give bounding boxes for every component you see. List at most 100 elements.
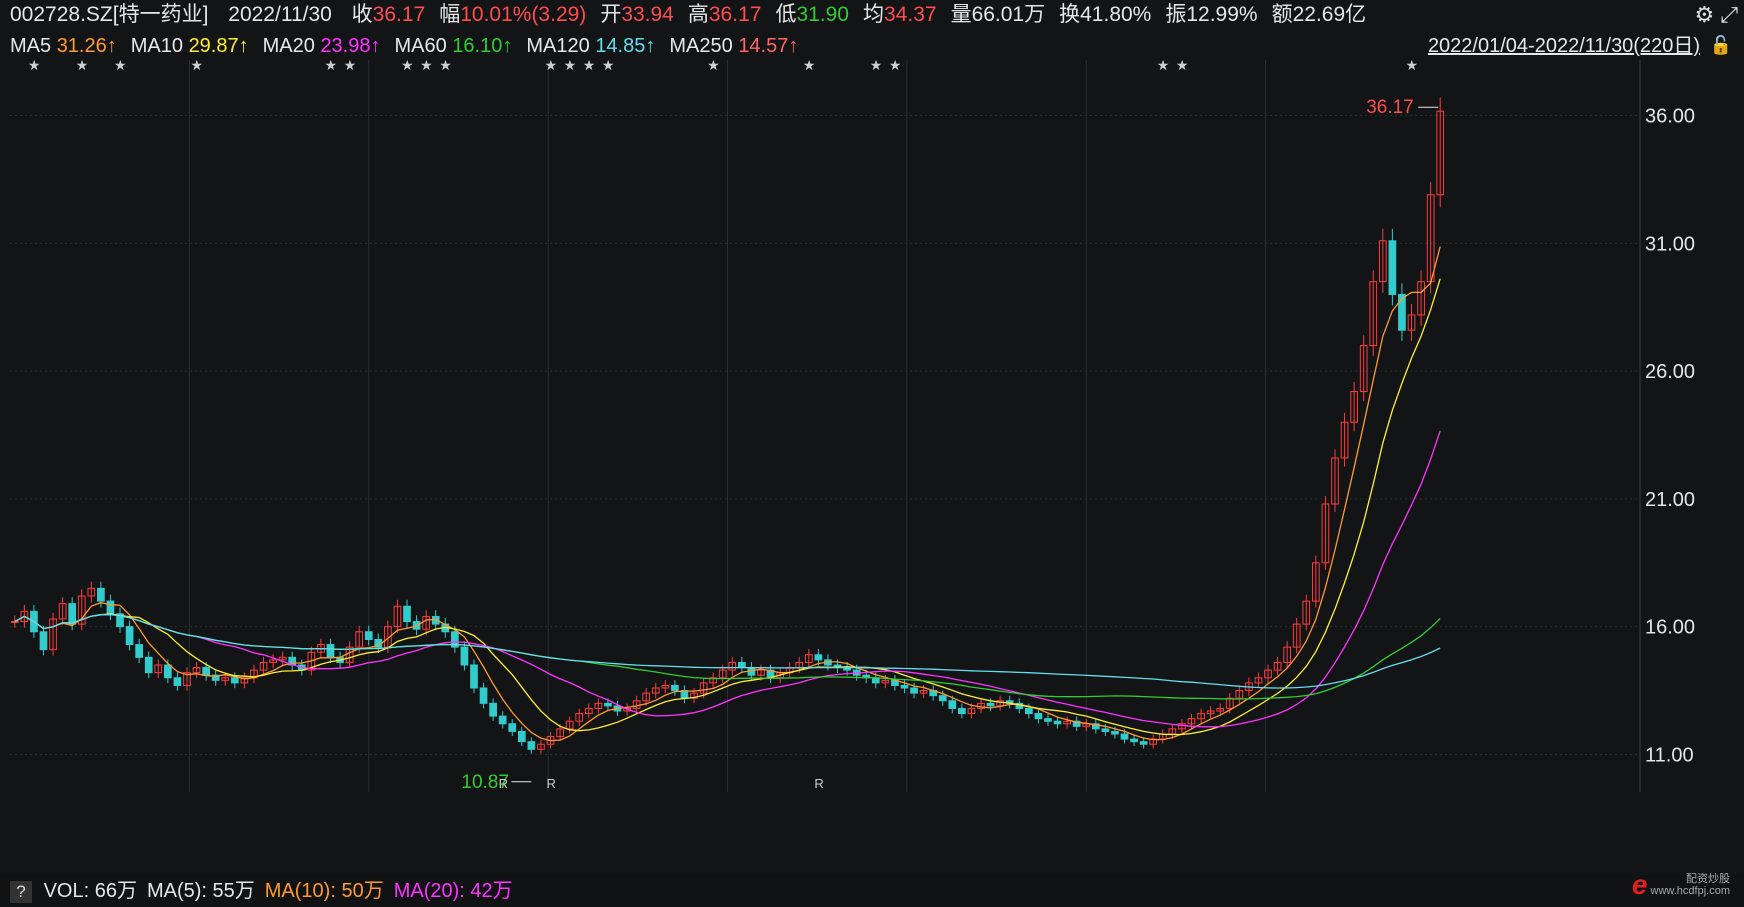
stock-code-name[interactable]: 002728.SZ[特一药业] (10, 0, 208, 30)
candle-body (135, 644, 143, 658)
star-marker: ★ (803, 60, 816, 74)
watermark: e 配资炒股 www.hcdfpj.com (1632, 869, 1730, 901)
star-marker: ★ (545, 60, 558, 74)
top-icons: ⚙ ⤢ (1695, 2, 1738, 28)
quote-items: 收36.17 幅10.01%(3.29) 开33.94 高36.17 低31.90 均34… (352, 3, 1381, 26)
candle-body (910, 687, 918, 694)
candle-body (10, 621, 19, 624)
date-range[interactable]: 2022/01/04-2022/11/30(220日) (1428, 32, 1700, 60)
star-marker: ★ (583, 60, 596, 74)
candle-body (986, 702, 995, 707)
ma-legend-value: 14.85↑ (595, 35, 656, 57)
volume-items: VOL: 66万 MA(5): 55万 MA(10): 50万 MA(20): 42万 (44, 880, 523, 902)
ma-legend-label: MA20 (262, 35, 321, 57)
candle-body (144, 656, 153, 674)
ma-legend-item[interactable]: MA5 31.26↑ (10, 32, 117, 60)
candle-body (97, 587, 105, 602)
ma-legend-item[interactable]: MA20 23.98↑ (263, 32, 381, 60)
quote-item: 低31.90 (775, 0, 849, 30)
candle-body (517, 730, 526, 743)
candle-body (106, 600, 115, 615)
quote-item-label: 均 (863, 3, 884, 26)
quote-item: 高36.17 (688, 0, 762, 30)
y-tick-label: 36.00 (1645, 106, 1695, 128)
ma-legend-value: 31.26↑ (56, 35, 117, 57)
quote-item-label: 幅 (439, 3, 461, 26)
volume-item: MA(10): 50万 (264, 880, 384, 902)
candle-body (938, 695, 947, 702)
star-marker: ★ (401, 60, 414, 74)
ma-legend-label: MA120 (526, 35, 596, 57)
ma-legend-item[interactable]: MA120 14.85↑ (526, 32, 655, 60)
star-marker: ★ (1157, 60, 1170, 74)
quote-item-value: 33.94 (621, 3, 674, 26)
quote-item: 收36.17 (352, 0, 426, 30)
candle-body (1388, 240, 1397, 295)
quote-item-value: 31.90 (796, 3, 849, 26)
candle-body (470, 664, 478, 689)
ma-legend-item[interactable]: MA60 16.10↑ (395, 32, 513, 60)
quote-item-value: 41.80% (1080, 3, 1152, 26)
ma-legend-item[interactable]: MA250 14.57↑ (669, 32, 798, 60)
quote-bar: 002728.SZ[特一药业] 2022/11/30 收36.17 幅10.01%… (0, 0, 1744, 30)
candle-body (1130, 738, 1138, 743)
candle-body (498, 715, 507, 725)
quote-item-value: 12.99% (1186, 3, 1258, 26)
candle-body (202, 667, 210, 676)
candle-body (527, 741, 536, 750)
candle-body (604, 702, 612, 707)
gear-icon[interactable]: ⚙ (1695, 2, 1715, 27)
quote-item-label: 换 (1059, 3, 1081, 26)
expand-icon[interactable]: ⤢ (1720, 2, 1738, 27)
quote-item: 振12.99% (1165, 0, 1257, 30)
help-button[interactable]: ? (10, 880, 32, 903)
star-marker: ★ (420, 60, 433, 74)
quote-item-label: 收 (351, 3, 373, 26)
candle-body (1025, 707, 1033, 715)
watermark-line2: www.hcdfpj.com (1650, 885, 1730, 897)
lock-icon[interactable]: 🔓 (1710, 35, 1732, 56)
candle-body (230, 677, 239, 684)
candle-body (479, 687, 488, 704)
candle-body (948, 700, 957, 709)
candle-body (403, 605, 411, 623)
candle-body (1101, 728, 1110, 732)
quote-item: 额22.69亿 (1272, 0, 1367, 30)
star-marker: ★ (114, 60, 127, 74)
y-tick-label: 21.00 (1645, 489, 1695, 511)
candle-body (1034, 713, 1043, 720)
r-marker: R (499, 776, 508, 791)
volume-indicator-bar: ? VOL: 66万 MA(5): 55万 MA(10): 50万 MA(20): 4… (0, 875, 1744, 907)
volume-item: VOL: 66万 (43, 880, 137, 902)
candle-body (1139, 741, 1148, 745)
quote-item-value: 36.17 (708, 3, 762, 26)
ma-legend-value: 16.10↑ (452, 35, 513, 57)
ma-legend-value: 14.57↑ (738, 35, 799, 57)
ma-legend-label: MA5 (10, 35, 57, 57)
star-marker: ★ (28, 60, 41, 74)
quote-item-value: 34.37 (884, 3, 937, 26)
candle-body (671, 684, 679, 692)
ma-legend-value: 23.98↑ (320, 35, 381, 57)
candle-body (814, 654, 823, 661)
candle-body (39, 631, 48, 651)
candle-body (460, 646, 469, 666)
star-marker: ★ (324, 60, 337, 74)
ma-legend-label: MA250 (669, 35, 739, 57)
quote-item-value: 10.01%(3.29) (460, 3, 587, 26)
r-marker: R (547, 776, 556, 791)
quote-item: 开33.94 (600, 0, 674, 30)
ma-legend-label: MA60 (394, 35, 453, 57)
star-marker: ★ (1176, 60, 1189, 74)
star-marker: ★ (76, 60, 89, 74)
quote-item-label: 高 (687, 3, 709, 26)
r-marker: R (814, 776, 823, 791)
candle-body (900, 684, 909, 689)
plot-background (0, 60, 1744, 875)
candlestick-chart: 36.0031.0026.0021.0016.0011.0036.1710.87… (0, 60, 1744, 875)
star-marker: ★ (707, 60, 720, 74)
candle-body (1398, 293, 1406, 331)
ma-legend-item[interactable]: MA10 29.87↑ (131, 32, 249, 60)
quote-item: 量66.01万 (951, 0, 1046, 30)
candle-body (1111, 730, 1119, 735)
